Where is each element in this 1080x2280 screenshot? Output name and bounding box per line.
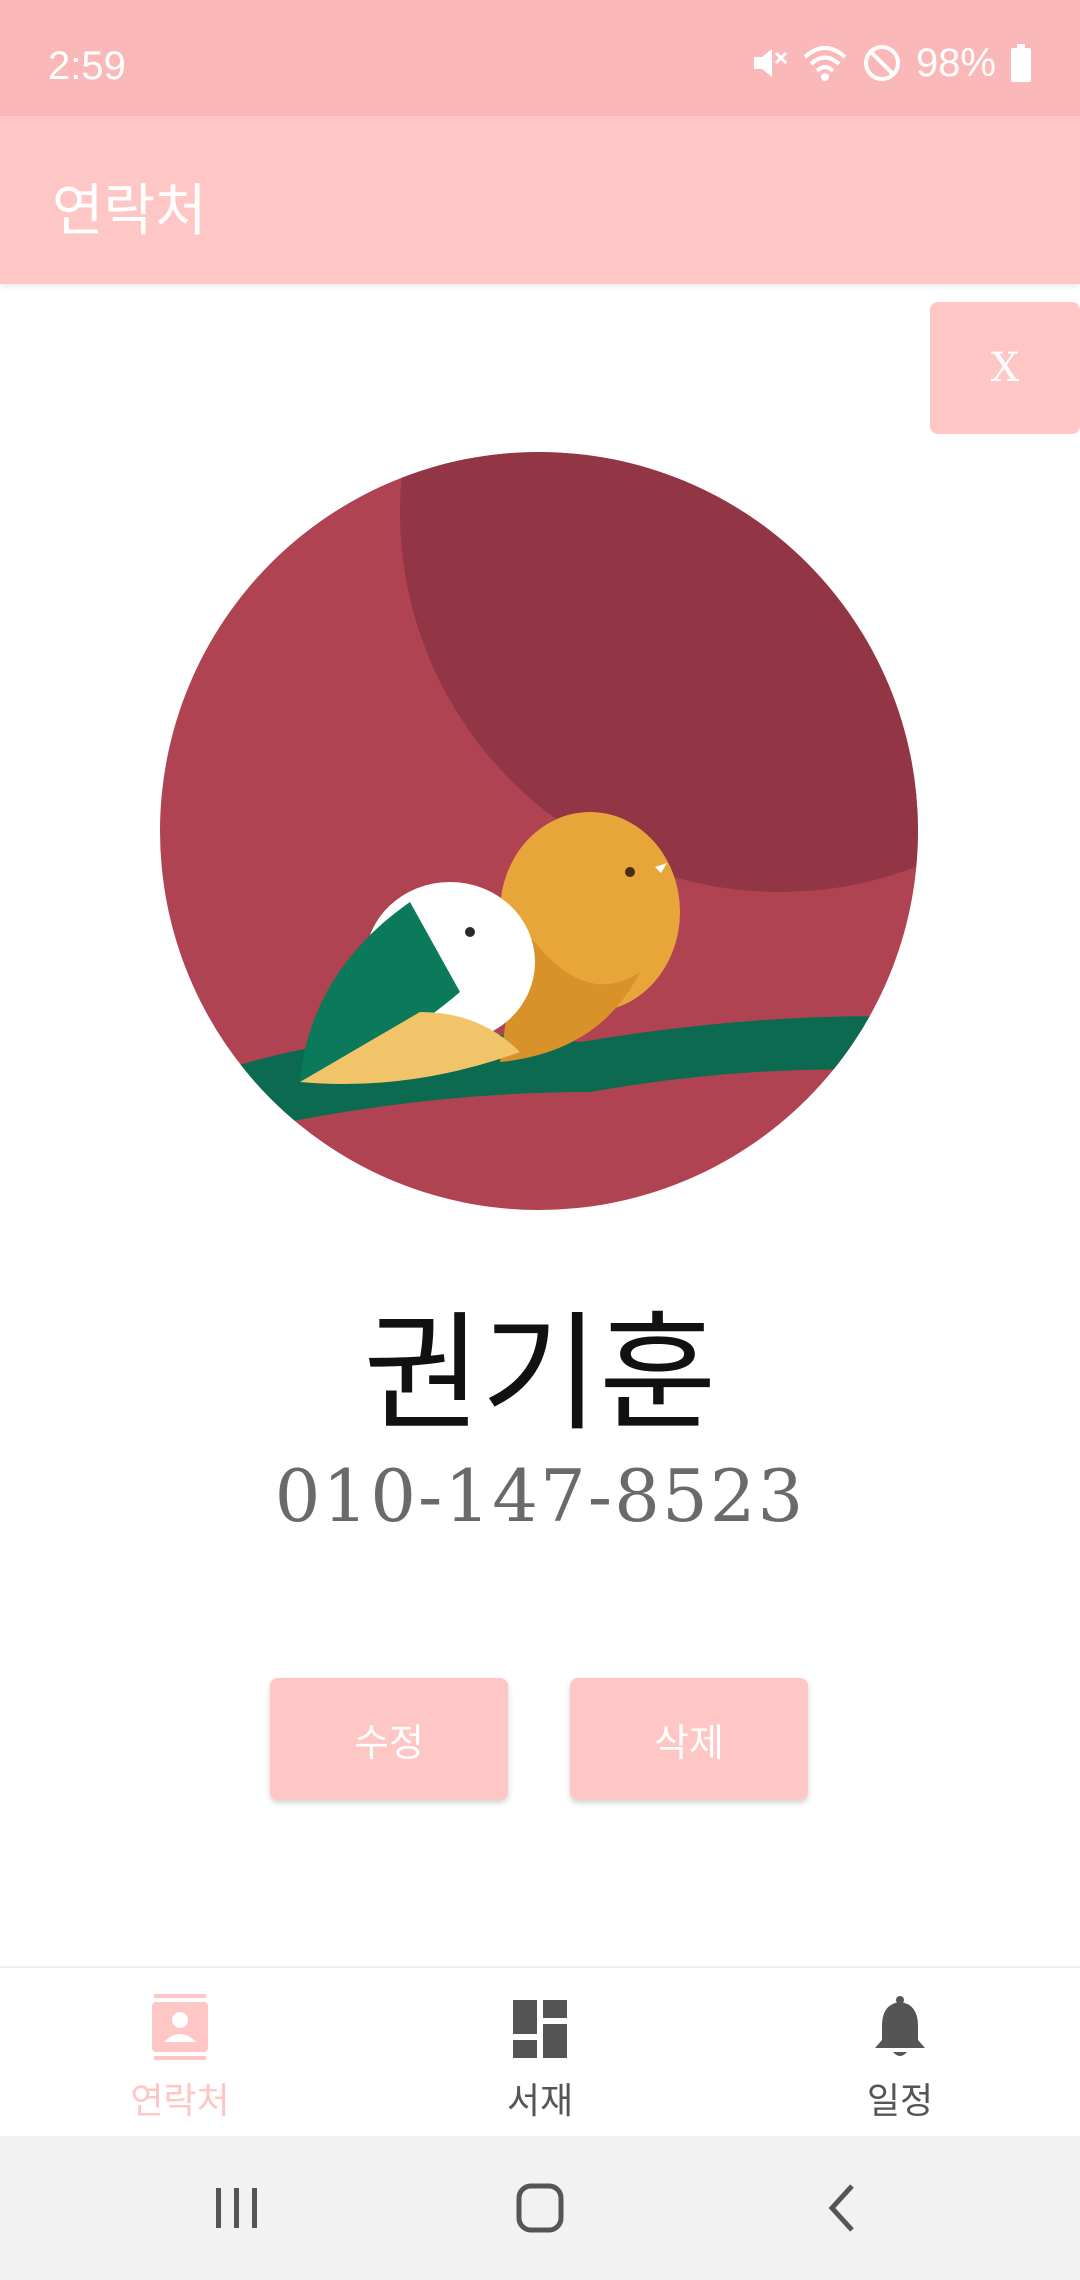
close-button-label: X	[990, 345, 1020, 391]
delete-button[interactable]: 삭제	[570, 1678, 808, 1800]
system-navigation-bar	[0, 2136, 1080, 2280]
delete-button-label: 삭제	[654, 1720, 724, 1765]
mute-icon	[753, 49, 787, 77]
dashboard-icon	[513, 2000, 567, 2058]
battery-percent: 98%	[915, 40, 996, 85]
nav-label-contacts: 연락처	[130, 2081, 230, 2122]
bottom-navigation: 연락처 서재 일정	[0, 1966, 1080, 2138]
edit-button[interactable]: 수정	[270, 1678, 508, 1800]
wifi-icon	[803, 46, 847, 81]
nav-item-schedule[interactable]: 일정	[780, 1968, 1020, 2138]
edit-button-label: 수정	[354, 1720, 424, 1765]
status-icons: 98%	[748, 38, 1032, 88]
nav-item-contacts[interactable]: 연락처	[60, 1968, 300, 2138]
contact-name: 권기훈	[363, 1300, 717, 1449]
nav-item-library[interactable]: 서재	[420, 1968, 660, 2138]
home-icon[interactable]	[505, 2176, 575, 2240]
bell-icon	[875, 1996, 925, 2056]
do-not-disturb-icon	[863, 45, 900, 81]
contact-card-icon	[152, 1994, 208, 2060]
status-bar: 2:59 98%	[0, 0, 1080, 116]
page-title: 연락처	[52, 179, 207, 244]
contact-avatar	[160, 452, 918, 1210]
back-icon[interactable]	[808, 2176, 878, 2240]
nav-label-library: 서재	[506, 2081, 574, 2122]
app-bar: 연락처	[0, 116, 1080, 284]
battery-icon	[1011, 44, 1031, 82]
contact-phone: 010-147-8523	[274, 1454, 806, 1538]
nav-label-schedule: 일정	[866, 2081, 934, 2122]
recent-apps-icon[interactable]	[202, 2176, 272, 2240]
status-time: 2:59	[48, 44, 126, 88]
close-button[interactable]: X	[930, 302, 1080, 434]
